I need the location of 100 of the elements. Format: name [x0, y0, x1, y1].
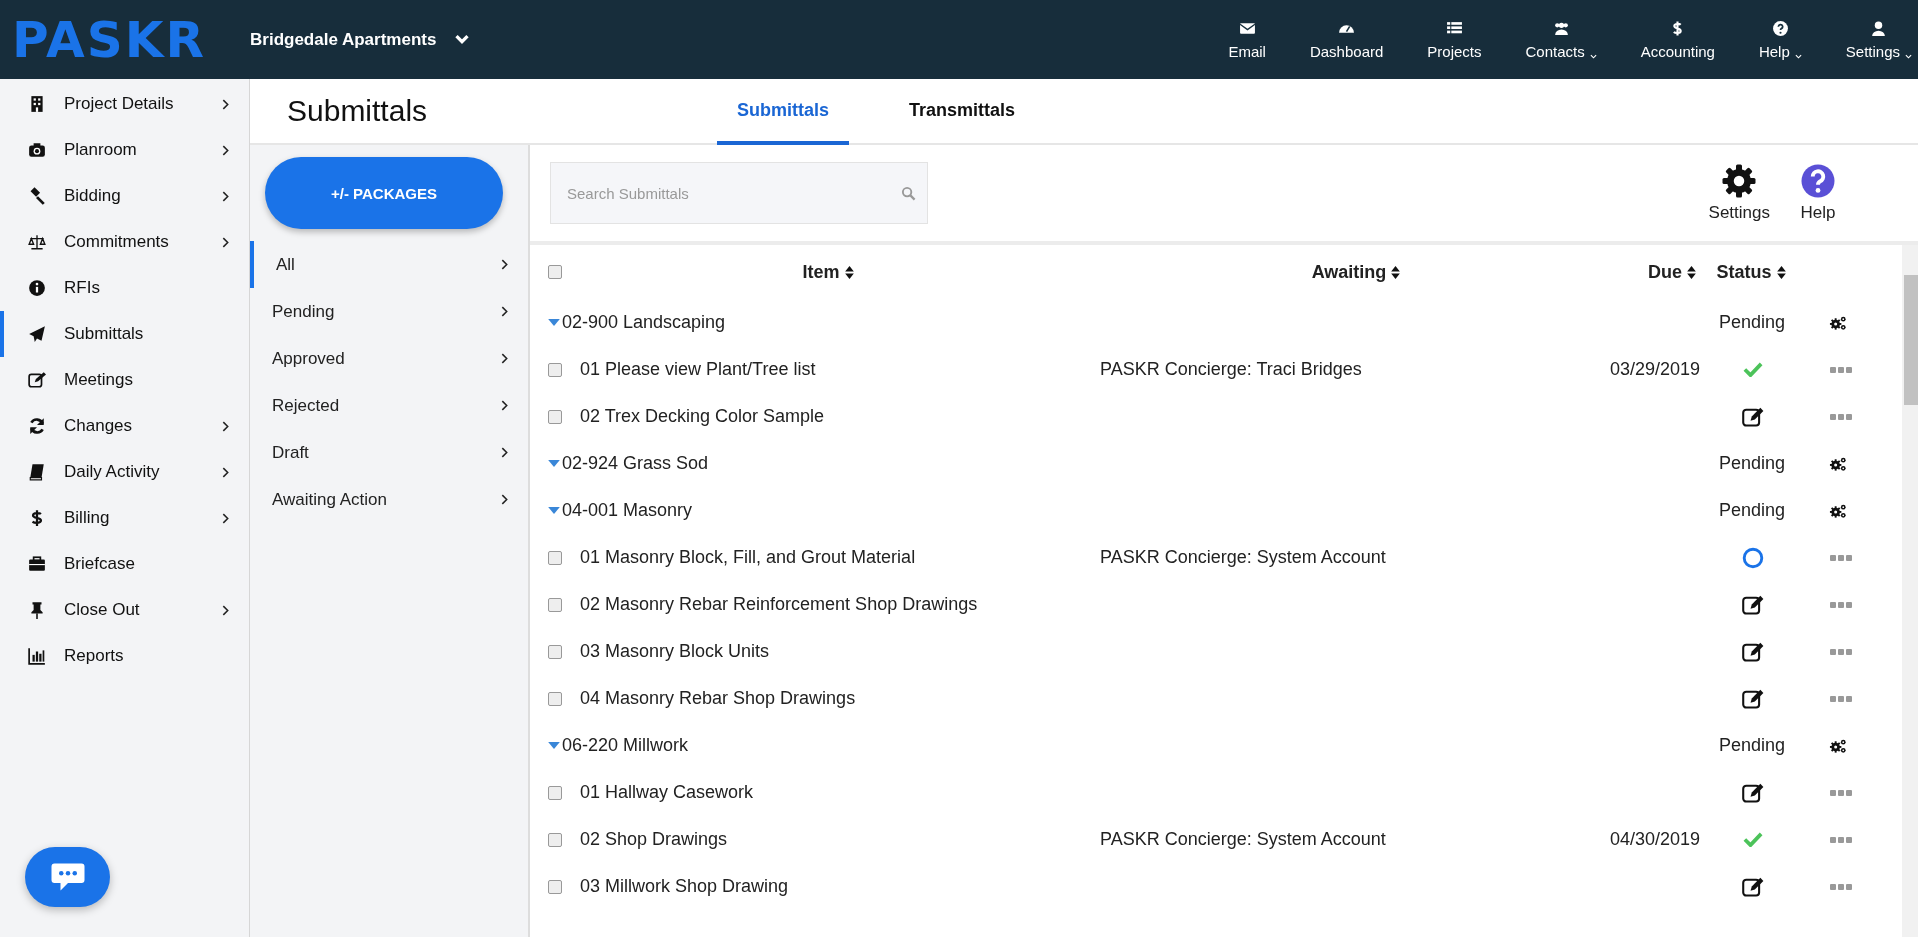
column-header[interactable]: Awaiting — [1076, 261, 1636, 283]
nav-item[interactable]: Help — [1736, 19, 1824, 60]
filter-item[interactable]: Awaiting Action — [250, 476, 528, 523]
sidebar-item[interactable]: Close Out — [0, 587, 249, 633]
scale-icon — [28, 233, 46, 251]
group-toggle[interactable]: 02-924 Grass Sod — [548, 453, 1699, 474]
question-icon — [1771, 19, 1789, 37]
search-field[interactable]: Search Submittals — [550, 162, 928, 224]
info-icon — [28, 279, 46, 297]
sidebar-item[interactable]: Changes — [0, 403, 249, 449]
packages-button[interactable]: +/- PACKAGES — [265, 157, 503, 229]
row-checkbox[interactable] — [548, 644, 562, 659]
filter-item[interactable]: Rejected — [250, 382, 528, 429]
sidebar-item[interactable]: Project Details — [0, 81, 249, 127]
nav-item[interactable]: Email — [1206, 19, 1288, 60]
gears-icon[interactable] — [1829, 314, 1848, 331]
more-options-icon[interactable] — [1830, 601, 1852, 608]
gears-icon[interactable] — [1829, 502, 1848, 519]
item-name[interactable]: 04 Masonry Rebar Shop Drawings — [580, 688, 1100, 709]
project-selector[interactable]: Bridgedale Apartments — [246, 25, 475, 54]
sort-icon — [1391, 265, 1401, 279]
triangle-icon — [548, 319, 560, 326]
column-header[interactable]: Item — [580, 261, 1076, 283]
more-options-icon[interactable] — [1830, 789, 1852, 796]
gears-icon[interactable] — [1829, 455, 1848, 472]
settings-button[interactable]: Settings — [1706, 161, 1772, 225]
more-options-icon[interactable] — [1830, 554, 1852, 561]
nav-item[interactable]: Dashboard — [1287, 19, 1406, 60]
row-checkbox[interactable] — [548, 785, 562, 800]
item-name[interactable]: 01 Masonry Block, Fill, and Grout Material — [580, 547, 1100, 568]
edit-icon[interactable] — [1742, 405, 1764, 428]
sidebar-item[interactable]: Reports — [0, 633, 249, 679]
item-name[interactable]: 03 Millwork Shop Drawing — [580, 876, 1100, 897]
row-checkbox[interactable] — [548, 691, 562, 706]
row-checkbox[interactable] — [548, 597, 562, 612]
book-icon — [28, 463, 46, 481]
column-header[interactable]: Status — [1696, 261, 1806, 283]
edit-icon[interactable] — [1742, 687, 1764, 710]
chevron-right-icon — [501, 306, 508, 317]
more-options-icon[interactable] — [1830, 883, 1852, 890]
group-toggle[interactable]: 06-220 Millwork — [548, 735, 1699, 756]
sidebar-item[interactable]: Planroom — [0, 127, 249, 173]
group-status: Pending — [1717, 312, 1787, 333]
row-checkbox[interactable] — [548, 879, 562, 894]
nav-item[interactable]: Projects — [1405, 19, 1504, 60]
chevron-right-icon — [501, 447, 508, 458]
sidebar-item[interactable]: Commitments — [0, 219, 249, 265]
triangle-icon — [548, 507, 560, 514]
help-button[interactable]: Help — [1798, 161, 1838, 225]
chat-button[interactable] — [25, 847, 110, 907]
group-toggle[interactable]: 04-001 Masonry — [548, 500, 1699, 521]
row-checkbox[interactable] — [548, 550, 562, 565]
due-date: 03/29/2019 — [1609, 359, 1700, 380]
nav-item[interactable]: Accounting — [1618, 19, 1737, 60]
item-name[interactable]: 01 Hallway Casework — [580, 782, 1100, 803]
filter-item[interactable]: Draft — [250, 429, 528, 476]
filter-item[interactable]: Pending — [250, 288, 528, 335]
filter-item[interactable]: Approved — [250, 335, 528, 382]
edit-icon[interactable] — [1742, 593, 1764, 616]
sidebar-item[interactable]: Meetings — [0, 357, 249, 403]
select-all-checkbox[interactable] — [548, 265, 562, 279]
edit-icon[interactable] — [1742, 640, 1764, 663]
pin-icon — [28, 601, 46, 619]
edit-icon[interactable] — [1742, 781, 1764, 804]
gears-icon[interactable] — [1829, 737, 1848, 754]
triangle-icon — [548, 742, 560, 749]
chevron-right-icon — [501, 494, 508, 505]
edit-icon[interactable] — [1742, 875, 1764, 898]
bar-chart-icon — [28, 647, 46, 665]
more-options-icon[interactable] — [1830, 695, 1852, 702]
item-name[interactable]: 02 Masonry Rebar Reinforcement Shop Drawings — [580, 594, 1100, 615]
item-name[interactable]: 01 Please view Plant/Tree list — [580, 359, 1100, 380]
item-name[interactable]: 02 Trex Decking Color Sample — [580, 406, 1100, 427]
sidebar-item[interactable]: Briefcase — [0, 541, 249, 587]
row-checkbox[interactable] — [548, 362, 562, 377]
scrollbar[interactable] — [1902, 245, 1918, 937]
sidebar-item[interactable]: Daily Activity — [0, 449, 249, 495]
filter-item[interactable]: All — [250, 241, 528, 288]
tab[interactable]: Transmittals — [889, 79, 1036, 145]
more-options-icon[interactable] — [1830, 836, 1852, 843]
sidebar-item[interactable]: RFIs — [0, 265, 249, 311]
tab[interactable]: Submittals — [717, 79, 849, 145]
item-name[interactable]: 03 Masonry Block Units — [580, 641, 1100, 662]
sidebar-item[interactable]: Bidding — [0, 173, 249, 219]
group-toggle[interactable]: 02-900 Landscaping — [548, 312, 1699, 333]
nav-item[interactable]: Settings — [1823, 19, 1918, 60]
row-checkbox[interactable] — [548, 832, 562, 847]
chat-bubble-icon — [49, 862, 86, 892]
sidebar-item[interactable]: Billing — [0, 495, 249, 541]
column-header[interactable]: Due — [1636, 261, 1696, 283]
sort-icon — [844, 265, 854, 279]
nav-item[interactable]: Contacts — [1503, 19, 1619, 60]
item-name[interactable]: 02 Shop Drawings — [580, 829, 1100, 850]
row-checkbox[interactable] — [548, 409, 562, 424]
more-options-icon[interactable] — [1830, 648, 1852, 655]
more-options-icon[interactable] — [1830, 413, 1852, 420]
more-options-icon[interactable] — [1830, 366, 1852, 373]
chevron-right-icon — [501, 353, 508, 364]
camera-icon — [28, 141, 46, 159]
awaiting-cell: PASKR Concierge: System Account — [1100, 547, 1386, 568]
